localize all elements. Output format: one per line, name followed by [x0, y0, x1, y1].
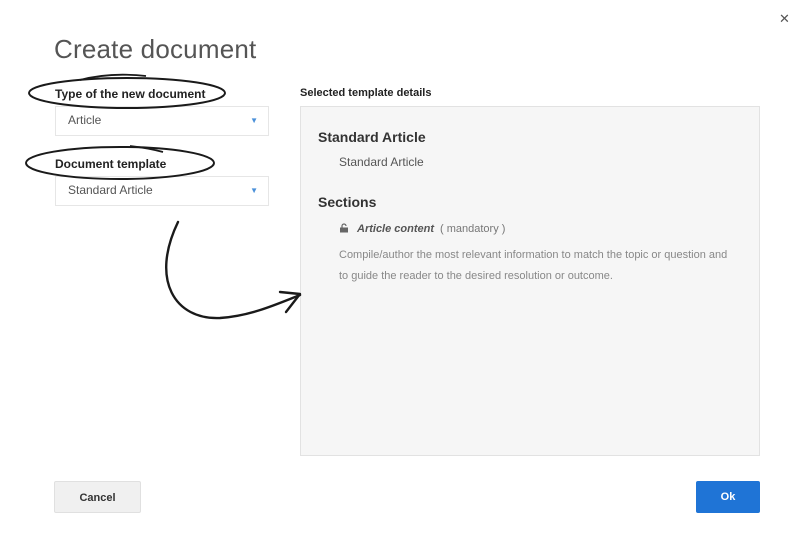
annotation-stroke-template — [129, 145, 164, 153]
template-details-label: Selected template details — [300, 87, 432, 99]
document-template-select[interactable]: Standard Article ▼ — [55, 176, 269, 206]
close-icon[interactable]: ✕ — [779, 12, 790, 25]
annotation-stroke-type — [79, 73, 147, 81]
section-item: Article content ( mandatory ) — [339, 223, 505, 235]
cancel-button[interactable]: Cancel — [54, 481, 141, 513]
template-details-panel: Standard Article Standard Article Sectio… — [300, 106, 760, 456]
dialog-title: Create document — [54, 34, 257, 64]
annotation-arrow — [165, 220, 302, 320]
document-template-label: Document template — [55, 157, 167, 171]
chevron-down-icon: ▼ — [250, 116, 258, 125]
document-type-label: Type of the new document — [55, 87, 206, 101]
section-description: Compile/author the most relevant informa… — [339, 249, 728, 282]
document-type-select[interactable]: Article ▼ — [55, 106, 269, 136]
annotation-arrowhead — [278, 290, 302, 314]
sections-heading: Sections — [318, 194, 377, 210]
section-name: Article content — [357, 223, 435, 235]
section-status: ( mandatory ) — [440, 223, 506, 235]
document-template-value: Standard Article — [68, 183, 153, 197]
ok-button[interactable]: Ok — [696, 481, 760, 513]
document-type-value: Article — [68, 113, 102, 127]
create-document-dialog: ✕ Create document Type of the new docume… — [0, 0, 794, 537]
lock-icon — [340, 223, 348, 233]
template-name: Standard Article — [318, 129, 426, 145]
chevron-down-icon: ▼ — [250, 186, 258, 195]
template-description: Standard Article — [339, 155, 424, 169]
